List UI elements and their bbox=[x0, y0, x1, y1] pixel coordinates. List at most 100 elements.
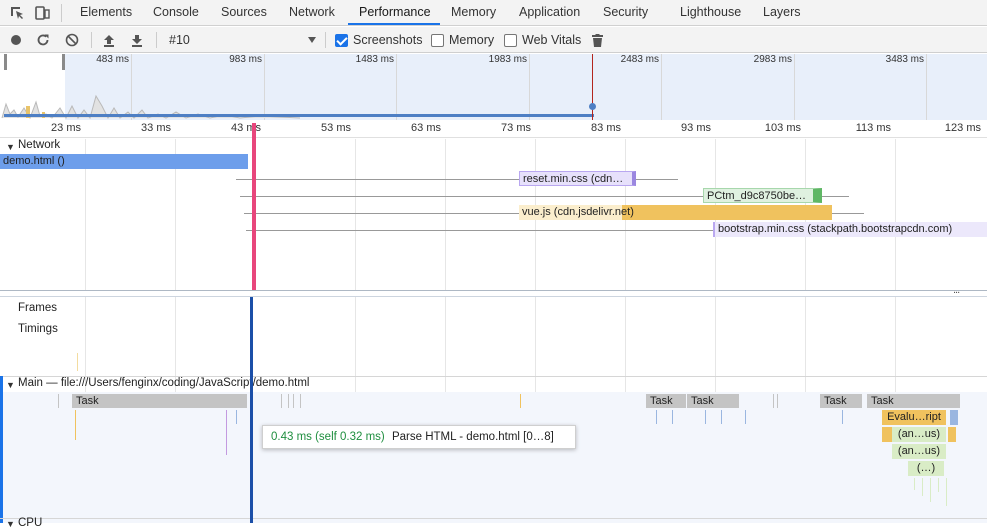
overview-tick: 2483 ms bbox=[620, 54, 659, 65]
clear-icon[interactable] bbox=[63, 27, 81, 53]
memory-label: Memory bbox=[449, 33, 495, 47]
tooltip-event-name: Parse HTML - demo.html [0…8] bbox=[391, 431, 554, 443]
collapse-triangle-icon[interactable]: ▼ bbox=[6, 380, 15, 390]
ruler-tick: 33 ms bbox=[141, 122, 171, 134]
request-wait-line bbox=[236, 179, 519, 180]
request-wait-line bbox=[822, 196, 849, 197]
selected-track-indicator bbox=[0, 376, 3, 523]
task-block[interactable]: Task bbox=[867, 394, 960, 408]
main-thread-track-label[interactable]: Main — file:///Users/fenginx/coding/Java… bbox=[18, 377, 309, 389]
upload-icon[interactable] bbox=[100, 27, 118, 53]
device-toolbar-icon[interactable] bbox=[31, 0, 53, 26]
flame-chart: Frames Timings ▼ Main — file:///Users/fe… bbox=[0, 298, 987, 529]
network-request-image[interactable]: PCtm_d9c8750be… bbox=[703, 188, 822, 203]
performance-toolbar: #10 Screenshots Memory Web Vitals bbox=[0, 27, 987, 53]
tab-layers[interactable]: Layers bbox=[763, 0, 801, 26]
playhead-marker bbox=[252, 123, 256, 290]
event-tooltip: 0.43 ms (self 0.32 ms) Parse HTML - demo… bbox=[262, 425, 576, 449]
task-block[interactable]: Task bbox=[646, 394, 686, 408]
network-request-label: vue.js (cdn.jsdelivr.net) bbox=[522, 206, 634, 218]
selection-cursor-line bbox=[250, 297, 253, 523]
web-vitals-label: Web Vitals bbox=[522, 33, 582, 47]
overview-marker-line bbox=[592, 54, 593, 120]
devtools-tab-bar: Elements Console Sources Network Perform… bbox=[0, 0, 987, 26]
more-dots-icon[interactable]: ... bbox=[953, 284, 960, 296]
event-block[interactable] bbox=[882, 427, 892, 442]
inspect-element-icon[interactable] bbox=[6, 0, 28, 26]
request-wait-line bbox=[832, 213, 864, 214]
separator bbox=[325, 32, 326, 48]
overview-tick: 1983 ms bbox=[488, 54, 527, 65]
web-vitals-checkbox[interactable] bbox=[504, 34, 517, 47]
timings-track-label[interactable]: Timings bbox=[18, 323, 58, 335]
recording-select[interactable]: #10 bbox=[169, 27, 190, 53]
tooltip-time: 0.43 ms (self 0.32 ms) bbox=[271, 431, 385, 443]
tab-sources[interactable]: Sources bbox=[221, 0, 267, 26]
trash-icon[interactable] bbox=[589, 27, 605, 53]
reload-record-icon[interactable] bbox=[34, 27, 52, 53]
record-icon[interactable] bbox=[7, 27, 25, 53]
ruler-tick: 103 ms bbox=[764, 122, 801, 134]
overview-tick: 1483 ms bbox=[355, 54, 394, 65]
screenshots-label: Screenshots bbox=[353, 33, 423, 47]
ruler-tick: 73 ms bbox=[501, 122, 531, 134]
network-request-demo-html[interactable]: demo.html () bbox=[0, 154, 248, 169]
collapse-triangle-icon[interactable]: ▼ bbox=[6, 519, 15, 529]
ruler-tick: 63 ms bbox=[411, 122, 441, 134]
network-track-header[interactable]: Network bbox=[18, 139, 60, 151]
event-block[interactable] bbox=[950, 410, 958, 425]
tab-application[interactable]: Application bbox=[519, 0, 580, 26]
separator bbox=[61, 4, 62, 22]
separator bbox=[91, 32, 92, 48]
network-request-reset-css[interactable]: reset.min.css (cdn… bbox=[519, 171, 636, 186]
ruler-tick: 113 ms bbox=[855, 122, 891, 134]
overview-tick: 3483 ms bbox=[885, 54, 924, 65]
memory-checkbox[interactable] bbox=[431, 34, 444, 47]
anonymous-function-event[interactable]: (an…us) bbox=[892, 444, 946, 459]
evaluate-script-event[interactable]: Evalu…ript bbox=[882, 410, 946, 425]
network-request-vue-js[interactable]: vue.js (cdn.jsdelivr.net) bbox=[519, 205, 832, 220]
tab-elements[interactable]: Elements bbox=[80, 0, 132, 26]
request-wait-line bbox=[636, 179, 678, 180]
timeline-overview[interactable]: 483 ms 983 ms 1483 ms 1983 ms 2483 ms 29… bbox=[0, 54, 987, 120]
cpu-activity-graph bbox=[1, 94, 594, 120]
tab-network[interactable]: Network bbox=[289, 0, 335, 26]
request-wait-line bbox=[246, 230, 713, 231]
ruler-tick: 123 ms bbox=[944, 122, 981, 134]
function-call-event[interactable]: (…) bbox=[908, 461, 944, 476]
task-block[interactable]: Task bbox=[820, 394, 862, 408]
separator bbox=[156, 32, 157, 48]
tab-console[interactable]: Console bbox=[153, 0, 199, 26]
time-ruler: 23 ms 33 ms 43 ms 53 ms 63 ms 73 ms 83 m… bbox=[0, 120, 987, 138]
network-request-label: PCtm_d9c8750be… bbox=[707, 190, 807, 202]
anonymous-function-event[interactable]: (an…us) bbox=[892, 427, 946, 442]
download-icon[interactable] bbox=[128, 27, 146, 53]
main-thread-lane bbox=[0, 392, 987, 523]
overview-tick: 2983 ms bbox=[753, 54, 792, 65]
event-block[interactable] bbox=[948, 427, 956, 442]
task-block[interactable]: Task bbox=[687, 394, 739, 408]
collapse-triangle-icon[interactable]: ▼ bbox=[6, 142, 15, 152]
dropdown-arrow-icon[interactable] bbox=[306, 27, 318, 53]
request-wait-line bbox=[244, 213, 520, 214]
tab-security[interactable]: Security bbox=[603, 0, 648, 26]
frames-track-label[interactable]: Frames bbox=[18, 302, 57, 314]
screenshots-checkbox[interactable] bbox=[335, 34, 348, 47]
network-request-label: demo.html () bbox=[3, 155, 65, 167]
overview-tick: 483 ms bbox=[96, 54, 129, 65]
tab-lighthouse[interactable]: Lighthouse bbox=[680, 0, 741, 26]
network-request-bootstrap-css[interactable]: bootstrap.min.css (stackpath.bootstrapcd… bbox=[713, 222, 987, 237]
ruler-tick: 23 ms bbox=[51, 122, 81, 134]
overview-left-handle[interactable] bbox=[4, 54, 7, 70]
ruler-tick: 53 ms bbox=[321, 122, 351, 134]
cpu-track-label[interactable]: CPU bbox=[18, 517, 42, 529]
task-block[interactable]: Task bbox=[72, 394, 247, 408]
tab-memory[interactable]: Memory bbox=[451, 0, 496, 26]
ruler-tick: 83 ms bbox=[591, 122, 621, 134]
overview-tick: 983 ms bbox=[229, 54, 262, 65]
request-wait-line bbox=[240, 196, 703, 197]
network-track: ▼ Network demo.html () reset.min.css (cd… bbox=[0, 138, 987, 290]
overview-marker-dot bbox=[589, 103, 596, 110]
network-request-label: bootstrap.min.css (stackpath.bootstrapcd… bbox=[718, 223, 953, 235]
panel-splitter[interactable] bbox=[0, 290, 987, 297]
